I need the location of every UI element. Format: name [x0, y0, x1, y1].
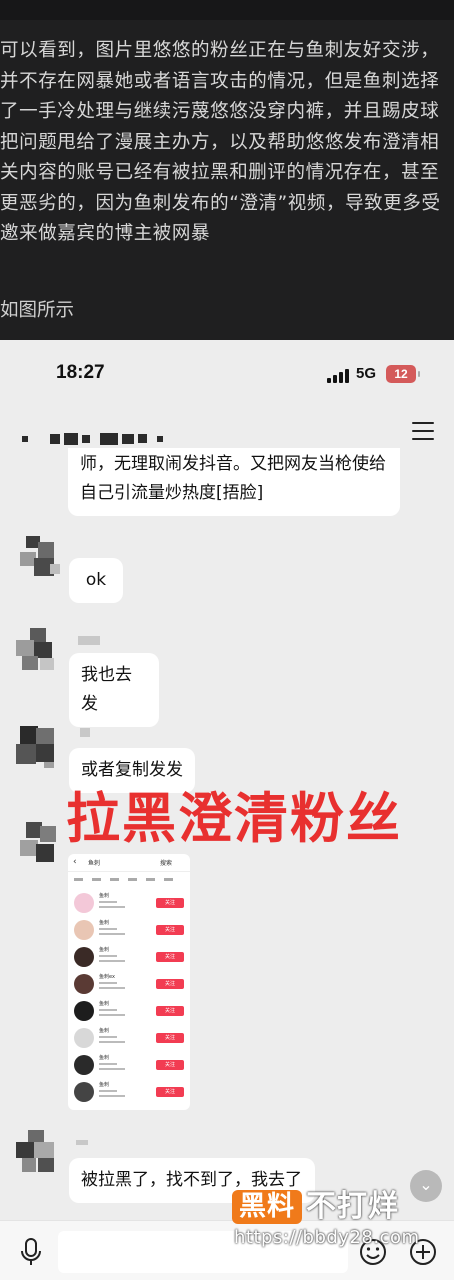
- follow-button[interactable]: 关注: [156, 952, 184, 962]
- mini-user-row[interactable]: 鱼刺关注: [72, 892, 186, 916]
- embedded-screenshot[interactable]: ‹ 鱼刺 搜索 鱼刺 关注 鱼刺 关注 鱼刺 关注 鱼刺ex 关注 鱼刺 关注 鱼刺 关注 鱼刺 关注 鱼刺…: [68, 854, 190, 1110]
- watermark-badge: 黑料: [232, 1190, 302, 1224]
- chat-title-redacted: [22, 428, 167, 445]
- sender-name-redacted: [78, 636, 100, 645]
- mini-user-meta: [99, 928, 117, 930]
- mini-user-meta: [99, 906, 125, 908]
- mini-user-name: 鱼刺: [99, 893, 110, 899]
- mini-user-row[interactable]: 鱼刺关注: [72, 946, 186, 970]
- mini-user-meta: [99, 987, 125, 989]
- message-text: 或者复制发发: [81, 760, 183, 780]
- status-bar: 18:27 5G 12: [0, 340, 454, 408]
- mini-user-name: 鱼刺: [99, 1082, 110, 1088]
- mini-user-name: 鱼刺: [99, 947, 110, 953]
- mini-user-name: 鱼刺: [99, 1028, 110, 1034]
- follow-button[interactable]: 关注: [156, 1033, 184, 1043]
- menu-icon[interactable]: [412, 422, 434, 440]
- mini-user-name: 鱼刺: [99, 1055, 110, 1061]
- mini-avatar: [74, 1055, 94, 1075]
- follow-button[interactable]: 关注: [156, 925, 184, 935]
- post-paragraph: 可以看到，图片里悠悠的粉丝正在与鱼刺友好交涉，并不存在网暴她或者语言攻击的情况，…: [0, 40, 441, 244]
- microphone-icon[interactable]: [18, 1237, 44, 1267]
- avatar[interactable]: [16, 1130, 58, 1172]
- avatar[interactable]: [16, 726, 58, 768]
- mini-user-row[interactable]: 鱼刺关注: [72, 1081, 186, 1105]
- mini-avatar: [74, 1028, 94, 1048]
- sender-name-redacted: [76, 1140, 88, 1145]
- mini-user-row[interactable]: 鱼刺关注: [72, 1054, 186, 1078]
- battery-level: 12: [394, 367, 408, 381]
- watermark-text: 不打烊: [306, 1189, 399, 1224]
- message-text: 我也去发: [81, 665, 132, 714]
- signal-icon: [327, 369, 349, 383]
- avatar[interactable]: [16, 628, 58, 670]
- mini-avatar: [74, 1082, 94, 1102]
- network-label: 5G: [356, 365, 377, 382]
- mini-title: 鱼刺: [88, 860, 101, 867]
- mini-tabs: [68, 874, 190, 886]
- mini-user-meta: [99, 1041, 125, 1043]
- mini-user-row[interactable]: 鱼刺关注: [72, 919, 186, 943]
- message-text: ok: [85, 570, 107, 590]
- mini-header: ‹ 鱼刺 搜索: [68, 854, 190, 872]
- mini-user-meta: [99, 1036, 117, 1038]
- mini-user-meta: [99, 1063, 117, 1065]
- mini-user-name: 鱼刺: [99, 1001, 110, 1007]
- mini-avatar: [74, 893, 94, 913]
- avatar[interactable]: [20, 822, 62, 864]
- status-time: 18:27: [56, 362, 105, 383]
- battery-icon: 12: [386, 365, 420, 383]
- mini-user-meta: [99, 1068, 125, 1070]
- mini-user-row[interactable]: 鱼刺ex 关注: [72, 973, 186, 997]
- avatar[interactable]: [20, 536, 62, 578]
- post-caption: 如图所示: [0, 300, 75, 321]
- message-bubble: 师，无理取闹发抖音。又把网友当枪使给自己引流量炒热度[捂脸]: [68, 448, 400, 516]
- mini-user-meta: [99, 1014, 125, 1016]
- follow-button[interactable]: 关注: [156, 1006, 184, 1016]
- mini-user-meta: [99, 933, 125, 935]
- follow-button[interactable]: 关注: [156, 1087, 184, 1097]
- follow-button[interactable]: 关注: [156, 979, 184, 989]
- mini-user-name: 鱼刺ex: [99, 974, 115, 980]
- post-section: 可以看到，图片里悠悠的粉丝正在与鱼刺友好交涉，并不存在网暴她或者语言攻击的情况，…: [0, 0, 454, 340]
- mini-header-right: 搜索: [160, 860, 173, 867]
- mini-user-meta: [99, 955, 117, 957]
- follow-button[interactable]: 关注: [156, 898, 184, 908]
- back-icon: ‹: [73, 857, 77, 867]
- overlay-caption: 拉黑澄清粉丝: [66, 787, 402, 850]
- message-bubble: 我也去发: [69, 653, 159, 727]
- message-text: 师，无理取闹发抖音。又把网友当枪使给自己引流量炒热度[捂脸]: [80, 454, 386, 503]
- mini-user-row[interactable]: 鱼刺关注: [72, 1000, 186, 1024]
- mini-user-meta: [99, 1009, 117, 1011]
- mini-user-meta: [99, 1090, 117, 1092]
- watermark: 黑料 不打烊 https://bbdy28.com: [232, 1186, 432, 1252]
- top-strip: [0, 0, 454, 20]
- message-bubble: ok: [69, 558, 123, 603]
- mini-user-row[interactable]: 鱼刺关注: [72, 1027, 186, 1051]
- mini-avatar: [74, 947, 94, 967]
- sender-name-redacted: [80, 728, 90, 737]
- mini-user-name: 鱼刺: [99, 920, 110, 926]
- watermark-url: https://bbdy28.com: [234, 1227, 420, 1248]
- follow-button[interactable]: 关注: [156, 1060, 184, 1070]
- mini-user-meta: [99, 1095, 125, 1097]
- mini-avatar: [74, 920, 94, 940]
- mini-user-meta: [99, 901, 117, 903]
- chat-screenshot: 18:27 5G 12 师，无理取闹发抖音。又把网友当枪使给自己引流量炒热度[捂…: [0, 340, 454, 1280]
- mini-avatar: [74, 1001, 94, 1021]
- mini-user-meta: [99, 960, 125, 962]
- mini-avatar: [74, 974, 94, 994]
- mini-user-meta: [99, 982, 117, 984]
